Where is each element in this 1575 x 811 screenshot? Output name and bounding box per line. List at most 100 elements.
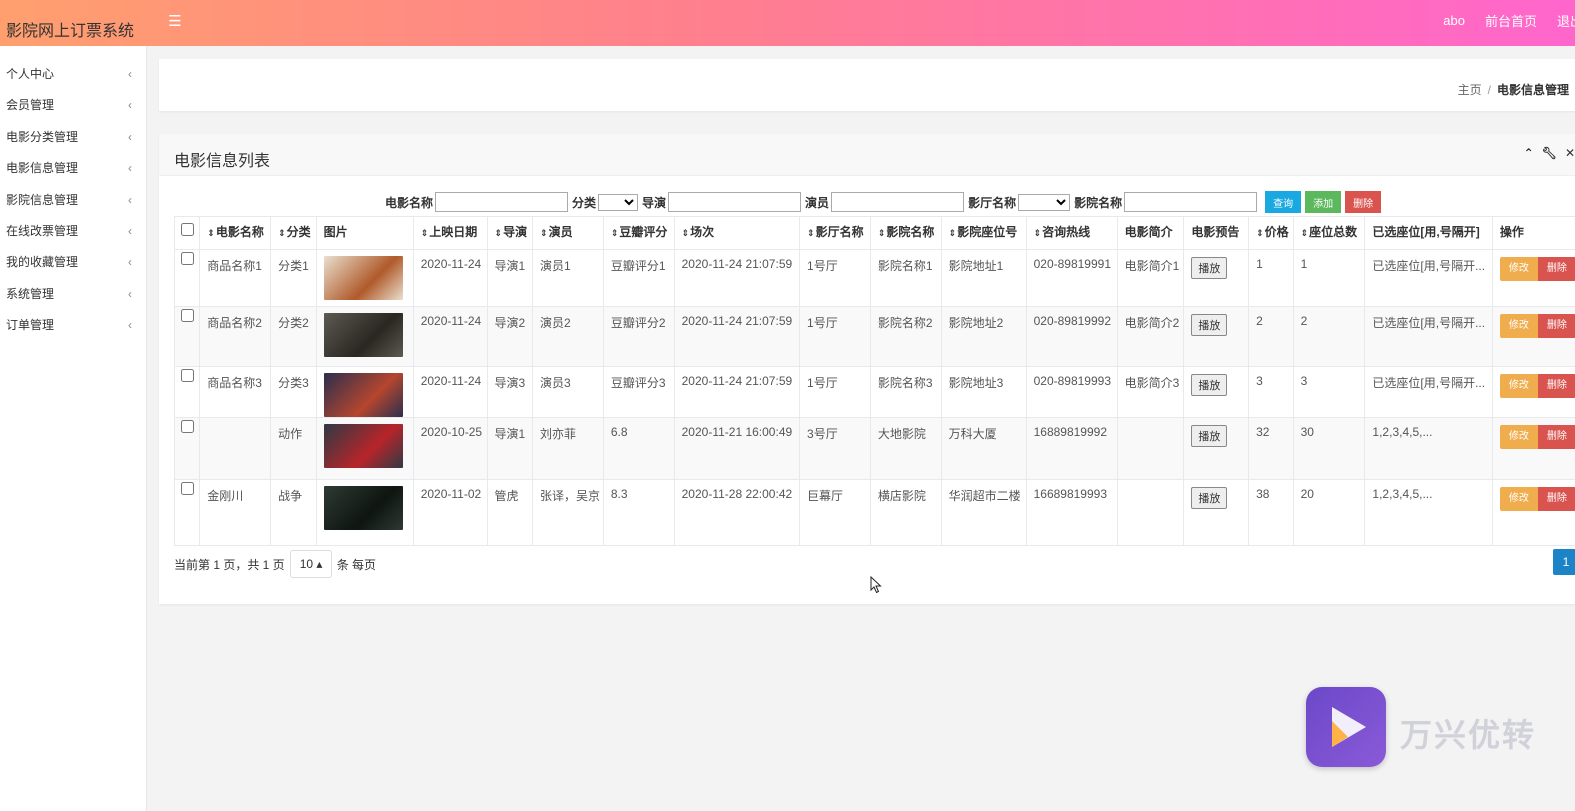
chevron-left-icon: ‹: [128, 192, 132, 207]
select-all-checkbox[interactable]: [180, 223, 194, 236]
row-checkbox[interactable]: [180, 420, 194, 433]
page-size-dropdown[interactable]: 10 ▴: [289, 550, 332, 578]
sidebar-item-members[interactable]: 会员管理 ‹: [0, 90, 146, 121]
delete-button[interactable]: 删除: [1537, 257, 1575, 281]
cell-selected: 1,2,3,4,5,...: [1364, 479, 1493, 546]
movie-name-label: 电影名称: [385, 195, 434, 210]
cell-rating: 豆瓣评分3: [602, 366, 675, 418]
col-price[interactable]: ⇕价格: [1248, 216, 1294, 250]
user-name[interactable]: abo: [1443, 13, 1465, 28]
front-home-link[interactable]: 前台首页: [1485, 11, 1537, 30]
col-seats-total[interactable]: ⇕座位总数: [1292, 216, 1366, 250]
col-release-date[interactable]: ⇕上映日期: [412, 216, 488, 250]
col-trailer: 电影预告: [1183, 216, 1250, 250]
wrench-icon[interactable]: 🔧︎: [1542, 146, 1557, 160]
cell-price: 2: [1248, 306, 1294, 367]
cell-name: [199, 417, 272, 480]
sidebar-item-label: 个人中心: [6, 67, 55, 81]
director-input[interactable]: [668, 192, 802, 212]
cell-showtime: 2020-11-24 21:07:59: [673, 306, 801, 367]
logout-link[interactable]: 退出: [1557, 11, 1575, 30]
hall-label: 影厅名称: [968, 195, 1017, 210]
movie-name-input[interactable]: [435, 192, 569, 212]
sidebar-item-cinema-info[interactable]: 影院信息管理 ‹: [0, 185, 146, 216]
col-actor[interactable]: ⇕演员: [532, 216, 604, 250]
sidebar-item-favorites[interactable]: 我的收藏管理 ‹: [0, 247, 146, 278]
col-seat-no[interactable]: ⇕影院座位号: [940, 216, 1027, 250]
delete-button[interactable]: 删除: [1537, 487, 1575, 511]
sort-icon: ⇕: [877, 228, 886, 238]
cell-selected: 已选座位[用,号隔开...: [1364, 249, 1493, 307]
col-category[interactable]: ⇕分类: [270, 216, 317, 250]
hall-select[interactable]: [1018, 193, 1071, 211]
sort-icon: ⇕: [807, 228, 815, 238]
trailer-cell: 播放: [1183, 306, 1250, 367]
chevron-left-icon: ‹: [128, 223, 132, 238]
sort-icon: ⇕: [207, 228, 215, 238]
delete-button[interactable]: 删除: [1537, 314, 1575, 338]
category-select[interactable]: [598, 193, 639, 211]
sidebar-item-movie-info[interactable]: 电影信息管理 ‹: [0, 153, 146, 184]
col-director[interactable]: ⇕导演: [486, 216, 534, 250]
cell-price: 32: [1248, 417, 1294, 480]
cell-intro: 电影简介2: [1116, 306, 1185, 367]
movie-list-panel: 电影信息列表 ⌃ 🔧︎ ✕ 电影名称 分类 导演 演员 影厅名称 影院名称 查询…: [159, 134, 1575, 604]
row-actions: 修改 删除: [1499, 487, 1575, 511]
select-all-cell: [173, 216, 201, 250]
col-movie-name[interactable]: ⇕电影名称: [199, 216, 272, 250]
play-trailer-button[interactable]: 播放: [1191, 374, 1228, 396]
delete-button[interactable]: 删除: [1537, 374, 1575, 398]
play-trailer-button[interactable]: 播放: [1191, 425, 1228, 447]
sidebar-item-orders[interactable]: 订单管理 ‹: [0, 310, 146, 341]
table-row: 商品名称3 分类3 2020-11-24 导演3 演员3 豆瓣评分3 2020-11-24 …: [173, 366, 1575, 418]
edit-button[interactable]: 修改: [1499, 374, 1538, 398]
sidebar-item-system[interactable]: 系统管理 ‹: [0, 279, 146, 310]
edit-button[interactable]: 修改: [1499, 425, 1538, 449]
play-trailer-button[interactable]: 播放: [1191, 314, 1228, 336]
cinema-input[interactable]: [1124, 192, 1258, 212]
sidebar-item-label: 在线改票管理: [6, 223, 79, 238]
query-button[interactable]: 查询: [1265, 191, 1302, 213]
breadcrumb-current: 电影信息管理: [1496, 83, 1569, 97]
sidebar-item-ticket-change[interactable]: 在线改票管理 ‹: [0, 216, 146, 247]
poster-cell: [315, 306, 414, 367]
row-checkbox[interactable]: [180, 309, 194, 322]
play-trailer-button[interactable]: 播放: [1191, 257, 1228, 279]
sidebar-item-personal-center[interactable]: 个人中心 ‹: [0, 59, 146, 90]
cell-seats-total: 30: [1292, 417, 1366, 480]
poster-cell: [315, 417, 414, 480]
add-button[interactable]: 添加: [1305, 191, 1342, 213]
cell-director: 导演2: [486, 306, 534, 367]
col-hall[interactable]: ⇕影厅名称: [799, 216, 871, 250]
row-checkbox[interactable]: [180, 482, 194, 495]
row-checkbox[interactable]: [180, 252, 194, 265]
col-cinema[interactable]: ⇕影院名称: [869, 216, 942, 250]
breadcrumb-home[interactable]: 主页: [1458, 83, 1482, 97]
col-rating[interactable]: ⇕豆瓣评分: [602, 216, 675, 250]
col-hotline[interactable]: ⇕咨询热线: [1025, 216, 1118, 250]
hamburger-icon[interactable]: ☰: [166, 12, 184, 32]
col-showtime[interactable]: ⇕场次: [673, 216, 801, 250]
cell-date: 2020-11-24: [412, 366, 488, 418]
row-checkbox-cell: [173, 417, 201, 480]
sidebar-item-movie-categories[interactable]: 电影分类管理 ‹: [0, 122, 146, 153]
pagination-info: 当前第 1 页，共 1 页 10 ▴ 条 每页: [174, 550, 376, 578]
row-checkbox[interactable]: [180, 369, 194, 382]
cell-cinema: 横店影院: [869, 479, 942, 546]
play-trailer-button[interactable]: 播放: [1191, 487, 1228, 509]
edit-button[interactable]: 修改: [1499, 257, 1538, 281]
actor-input[interactable]: [831, 192, 965, 212]
batch-delete-button[interactable]: 删除: [1345, 191, 1382, 213]
trailer-cell: 播放: [1183, 479, 1250, 546]
collapse-icon[interactable]: ⌃: [1524, 146, 1534, 160]
watermark-logo: [1306, 687, 1386, 767]
chevron-left-icon: ‹: [128, 98, 132, 113]
row-actions: 修改 删除: [1499, 314, 1575, 338]
delete-button[interactable]: 删除: [1537, 425, 1575, 449]
page-1-button[interactable]: 1: [1553, 549, 1575, 575]
edit-button[interactable]: 修改: [1499, 487, 1538, 511]
sidebar-item-label: 订单管理: [6, 318, 55, 333]
close-icon[interactable]: ✕: [1565, 146, 1575, 160]
edit-button[interactable]: 修改: [1499, 314, 1538, 338]
cell-hall: 巨幕厅: [799, 479, 871, 546]
